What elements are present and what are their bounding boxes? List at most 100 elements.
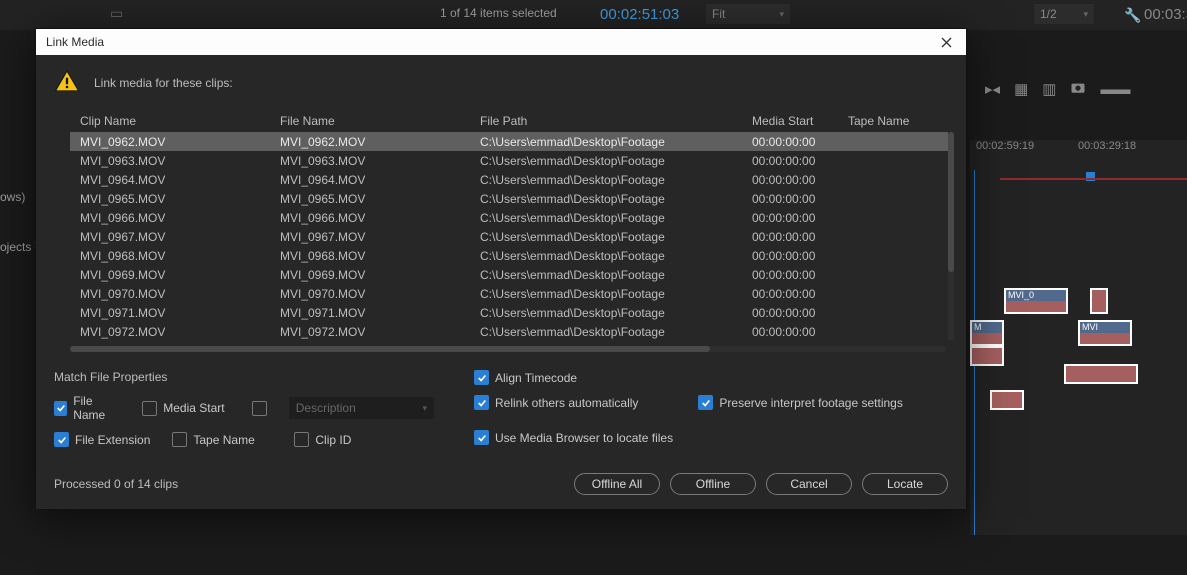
scrollbar-thumb[interactable]: [70, 346, 710, 352]
cell-clip: MVI_0968.MOV: [70, 249, 280, 263]
cancel-button[interactable]: Cancel: [766, 473, 852, 495]
vertical-scrollbar[interactable]: [948, 132, 954, 340]
chevron-down-icon: ▾: [1083, 9, 1088, 20]
cell-clip: MVI_0967.MOV: [70, 230, 280, 244]
checkbox-use-media-browser[interactable]: Use Media Browser to locate files: [474, 430, 948, 445]
table-row[interactable]: MVI_0965.MOVMVI_0965.MOVC:\Users\emmad\D…: [70, 189, 948, 208]
warning-text: Link media for these clips:: [94, 76, 233, 90]
program-monitor-icons: ▸◂ ▦ ▥ ▬▬: [985, 80, 1130, 98]
timeline-clip[interactable]: [1090, 288, 1108, 314]
compare-icon[interactable]: ▬▬: [1100, 81, 1130, 98]
col-header-clip[interactable]: Clip Name: [70, 114, 280, 128]
work-area-bar[interactable]: [1000, 178, 1187, 180]
table-header-row[interactable]: Clip Name File Name File Path Media Star…: [70, 110, 948, 132]
table-row[interactable]: MVI_0969.MOVMVI_0969.MOVC:\Users\emmad\D…: [70, 265, 948, 284]
cell-start: 00:00:00:00: [752, 230, 848, 244]
timeline-audio-clip[interactable]: [990, 390, 1024, 410]
timeline-audio-clip[interactable]: [1064, 364, 1138, 384]
col-header-start[interactable]: Media Start: [752, 114, 848, 128]
checkbox-clip-id[interactable]: Clip ID: [294, 432, 351, 447]
cell-path: C:\Users\emmad\Desktop\Footage: [480, 173, 752, 187]
cell-path: C:\Users\emmad\Desktop\Footage: [480, 211, 752, 225]
checkbox-label: Use Media Browser to locate files: [495, 431, 673, 445]
resolution-dropdown[interactable]: 1/2▾: [1034, 4, 1094, 24]
table-row[interactable]: MVI_0971.MOVMVI_0971.MOVC:\Users\emmad\D…: [70, 303, 948, 322]
zoom-fit-dropdown[interactable]: Fit ▾: [706, 4, 790, 24]
checkbox-label: Align Timecode: [495, 371, 577, 385]
col-header-tape[interactable]: Tape Name: [848, 114, 928, 128]
locate-button[interactable]: Locate: [862, 473, 948, 495]
cell-clip: MVI_0972.MOV: [70, 325, 280, 339]
zoom-fit-label: Fit: [712, 7, 725, 21]
table-row[interactable]: MVI_0966.MOVMVI_0966.MOVC:\Users\emmad\D…: [70, 208, 948, 227]
offline-all-button[interactable]: Offline All: [574, 473, 660, 495]
cell-file: MVI_0969.MOV: [280, 268, 480, 282]
cell-start: 00:00:00:00: [752, 287, 848, 301]
checkbox-label: Relink others automatically: [495, 396, 638, 410]
checkbox-description[interactable]: [252, 401, 267, 416]
chevron-down-icon: ▾: [779, 9, 784, 20]
export-frame-icon[interactable]: ▦: [1014, 80, 1028, 98]
table-row[interactable]: MVI_0962.MOVMVI_0962.MOVC:\Users\emmad\D…: [70, 132, 948, 151]
cell-file: MVI_0963.MOV: [280, 154, 480, 168]
checkbox-label: Clip ID: [315, 433, 351, 447]
timecode-display[interactable]: 00:02:51:03: [600, 6, 679, 23]
cell-start: 00:00:00:00: [752, 173, 848, 187]
description-placeholder: Description: [296, 401, 356, 415]
timeline-panel[interactable]: 00:02:59:19 00:03:29:18 MVI_0 M MVI: [970, 140, 1187, 535]
table-row[interactable]: MVI_0967.MOVMVI_0967.MOVC:\Users\emmad\D…: [70, 227, 948, 246]
checkbox-label: File Name: [73, 394, 120, 422]
cell-path: C:\Users\emmad\Desktop\Footage: [480, 230, 752, 244]
table-row[interactable]: MVI_0968.MOVMVI_0968.MOVC:\Users\emmad\D…: [70, 246, 948, 265]
table-body[interactable]: MVI_0962.MOVMVI_0962.MOVC:\Users\emmad\D…: [70, 132, 948, 340]
checkbox-media-start[interactable]: Media Start: [142, 401, 230, 416]
offline-button[interactable]: Offline: [670, 473, 756, 495]
scrollbar-thumb[interactable]: [948, 132, 954, 272]
timeline-audio-clip[interactable]: [970, 346, 1004, 366]
bg-text-fragment: ojects \: [0, 240, 38, 254]
ruler-tick: 00:02:59:19: [976, 140, 1034, 152]
selection-count: 1 of 14 items selected: [440, 6, 557, 20]
checkbox-align-timecode[interactable]: Align Timecode: [474, 370, 948, 385]
cell-clip: MVI_0969.MOV: [70, 268, 280, 282]
camera-icon[interactable]: [1070, 81, 1086, 98]
timeline-clip[interactable]: M: [970, 320, 1004, 346]
cell-path: C:\Users\emmad\Desktop\Footage: [480, 135, 752, 149]
cell-path: C:\Users\emmad\Desktop\Footage: [480, 268, 752, 282]
link-media-dialog: Link Media Link media for these clips: C…: [35, 28, 967, 510]
app-top-bar: [0, 0, 1187, 30]
col-header-file[interactable]: File Name: [280, 114, 480, 128]
folder-icon: ▭: [110, 5, 123, 22]
cell-file: MVI_0966.MOV: [280, 211, 480, 225]
close-button[interactable]: [936, 32, 956, 52]
cell-start: 00:00:00:00: [752, 192, 848, 206]
checkbox-file-name[interactable]: File Name: [54, 394, 120, 422]
clip-header: MVI_0: [1006, 290, 1066, 301]
clips-table: Clip Name File Name File Path Media Star…: [70, 110, 948, 340]
table-row[interactable]: MVI_0963.MOVMVI_0963.MOVC:\Users\emmad\D…: [70, 151, 948, 170]
timecode-right: 00:03:3: [1144, 6, 1187, 23]
checkbox-preserve-interpret[interactable]: Preserve interpret footage settings: [698, 395, 902, 410]
layout-icon[interactable]: ▥: [1042, 80, 1056, 98]
cell-file: MVI_0970.MOV: [280, 287, 480, 301]
horizontal-scrollbar[interactable]: [70, 346, 946, 352]
clip-header: MVI: [1080, 322, 1130, 333]
col-header-path[interactable]: File Path: [480, 114, 752, 128]
cell-clip: MVI_0965.MOV: [70, 192, 280, 206]
timeline-clip[interactable]: MVI: [1078, 320, 1132, 346]
marker-icon[interactable]: ▸◂: [985, 80, 1000, 98]
checkbox-tape-name[interactable]: Tape Name: [172, 432, 272, 447]
checkbox-relink-auto[interactable]: Relink others automatically: [474, 395, 638, 410]
ruler-tick: 00:03:29:18: [1078, 140, 1136, 152]
dialog-titlebar[interactable]: Link Media: [36, 29, 966, 55]
table-row[interactable]: MVI_0964.MOVMVI_0964.MOVC:\Users\emmad\D…: [70, 170, 948, 189]
timeline-clip[interactable]: MVI_0: [1004, 288, 1068, 314]
cell-file: MVI_0962.MOV: [280, 135, 480, 149]
table-row[interactable]: MVI_0970.MOVMVI_0970.MOVC:\Users\emmad\D…: [70, 284, 948, 303]
timeline-ruler[interactable]: 00:02:59:19 00:03:29:18: [970, 140, 1187, 180]
cell-clip: MVI_0962.MOV: [70, 135, 280, 149]
settings-wrench-icon[interactable]: 🔧: [1124, 7, 1141, 24]
checkbox-file-extension[interactable]: File Extension: [54, 432, 150, 447]
table-row[interactable]: MVI_0972.MOVMVI_0972.MOVC:\Users\emmad\D…: [70, 322, 948, 340]
description-dropdown[interactable]: Description▾: [289, 397, 434, 419]
